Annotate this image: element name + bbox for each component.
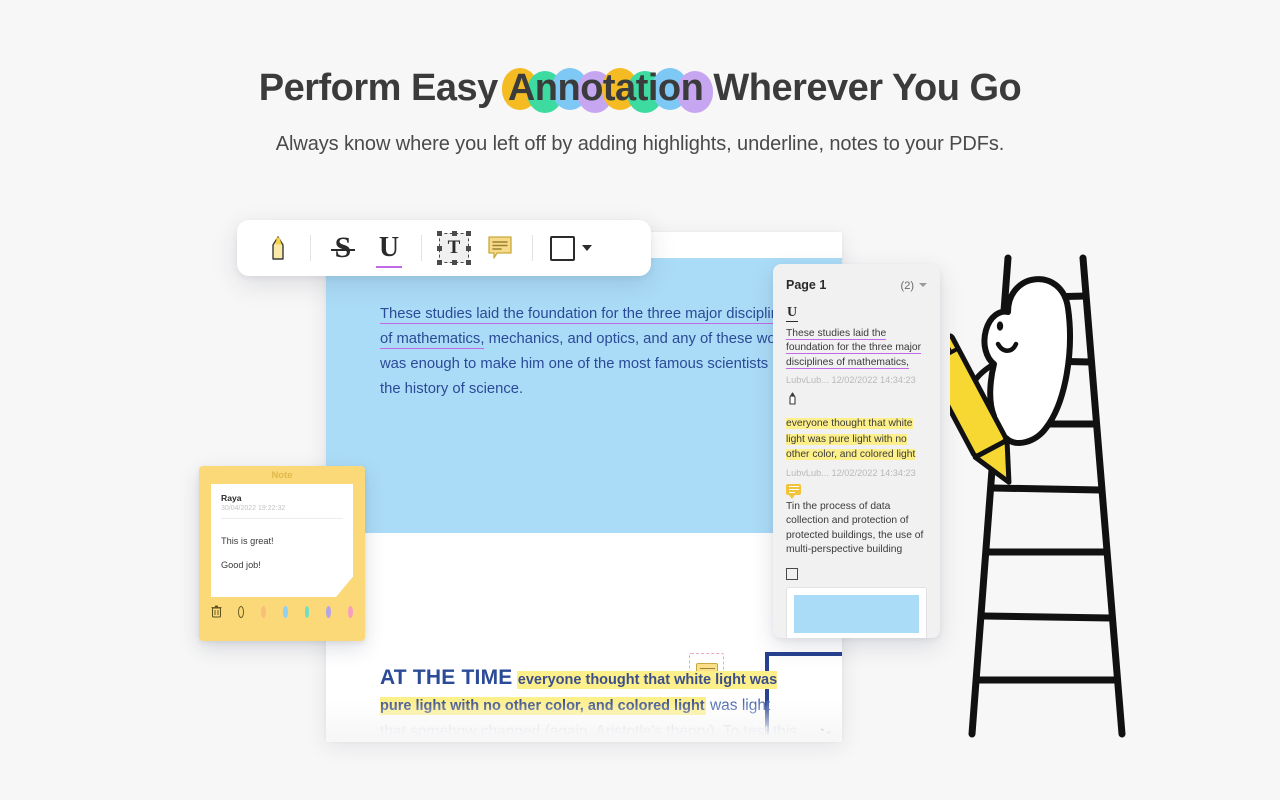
annotation-item-meta: LubvLub... 12/02/2022 14:34:23 xyxy=(786,375,916,386)
underline-tool-button[interactable]: U xyxy=(366,227,412,269)
title-highlight-word: Annotation xyxy=(501,62,713,114)
comment-tool-button[interactable] xyxy=(477,227,523,269)
note-card-title: Note xyxy=(271,470,293,481)
page-subtitle: Always know where you left off by adding… xyxy=(275,133,1005,155)
page-title: Perform Easy Annotation Wherever You Go xyxy=(0,62,1280,114)
trash-icon[interactable] xyxy=(211,605,222,618)
annotation-count: (2) xyxy=(900,280,914,292)
annotation-item-text: Tin the process of data collection and p… xyxy=(786,500,924,556)
highlighter-icon xyxy=(272,236,284,260)
current-color-indicator[interactable] xyxy=(238,605,244,618)
annotation-highlighted-text: everyone thought that white light was pu… xyxy=(786,418,916,461)
note-color-orange[interactable] xyxy=(261,605,266,618)
note-timestamp: 30/04/2022 19:22:32 xyxy=(221,505,343,519)
note-card-body[interactable]: Raya 30/04/2022 19:22:32 This is great! … xyxy=(211,484,353,597)
annotation-item-meta: LubvLub... 12/02/2022 14:34:23 xyxy=(786,467,916,478)
textbox-icon: T xyxy=(437,231,471,265)
annotation-item-comment[interactable]: Tin the process of data collection and p… xyxy=(786,483,927,558)
shape-preview xyxy=(786,586,927,638)
document-paragraph-top: These studies laid the foundation for th… xyxy=(380,302,800,402)
pdf-page[interactable]: These studies laid the foundation for th… xyxy=(326,232,842,740)
textbox-tool-button[interactable]: T xyxy=(431,227,477,269)
sticky-note-card[interactable]: Note Raya 30/04/2022 19:22:32 This is gr… xyxy=(199,466,365,641)
annotation-item-text: These studies laid the foundation for th… xyxy=(786,327,927,371)
textbox-icon-letter: T xyxy=(447,237,461,258)
underline-icon: U xyxy=(375,232,403,269)
highlighter-icon xyxy=(786,391,927,411)
mascot-ladder-illustration xyxy=(917,252,1160,752)
title-before: Perform Easy xyxy=(258,67,508,109)
note-color-purple[interactable] xyxy=(326,605,332,618)
document-paragraph-bottom: AT THE TIME everyone thought that white … xyxy=(380,665,800,744)
annotation-toolbar[interactable]: S U T xyxy=(237,220,651,276)
note-color-pink[interactable] xyxy=(348,605,353,618)
annotation-item-shape[interactable]: LubvLub... 12/02/2022 14:34:23 xyxy=(786,567,927,638)
shape-preview-fill xyxy=(794,594,919,633)
note-author: Raya xyxy=(221,493,242,503)
annotation-item-text: everyone thought that white light was pu… xyxy=(786,416,927,463)
chevron-down-icon[interactable] xyxy=(582,245,592,251)
annotation-item-highlight[interactable]: everyone thought that white light was pu… xyxy=(786,391,927,478)
toolbar-separator-1 xyxy=(310,235,311,261)
shape-tool-button[interactable] xyxy=(542,227,600,269)
highlighter-tool-button[interactable] xyxy=(255,227,301,269)
comment-icon xyxy=(786,483,927,499)
note-color-teal[interactable] xyxy=(304,605,310,618)
paragraph-lead: AT THE TIME xyxy=(380,666,513,689)
square-shape-icon xyxy=(550,235,575,261)
paragraph-tail: was light xyxy=(705,697,771,714)
page-root: Perform Easy Annotation Wherever You Go … xyxy=(0,0,1280,800)
note-toolbar[interactable] xyxy=(199,597,365,618)
toolbar-separator-2 xyxy=(421,235,422,261)
annotation-underlined-text: These studies laid the foundation for th… xyxy=(786,327,922,369)
note-color-blue[interactable] xyxy=(282,605,288,618)
paragraph-faded: that somehow changed (again, Aristotle's… xyxy=(380,723,798,740)
strikethrough-tool-button[interactable]: S xyxy=(320,227,366,269)
title-highlight-text: Annotation xyxy=(507,67,704,109)
annotation-list-panel[interactable]: Page 1 (2) U These studies laid the foun… xyxy=(773,264,940,638)
annotation-item-underline[interactable]: U These studies laid the foundation for … xyxy=(786,303,927,385)
note-message-line-1: This is great! xyxy=(221,536,274,546)
underline-icon: U xyxy=(786,305,799,322)
note-message-line-2: Good job! xyxy=(221,560,261,570)
square-shape-icon xyxy=(786,567,798,580)
comment-icon xyxy=(488,236,512,259)
page-label: Page 1 xyxy=(786,278,827,292)
mascot-ladder-svg xyxy=(917,254,1126,738)
chevron-down-icon[interactable] xyxy=(919,283,927,287)
title-after: Wherever You Go xyxy=(703,67,1022,109)
annotation-panel-header: Page 1 (2) xyxy=(786,276,927,294)
strikethrough-icon: S xyxy=(330,231,355,264)
toolbar-separator-3 xyxy=(532,235,533,261)
annotation-count-group[interactable]: (2) xyxy=(901,276,927,294)
